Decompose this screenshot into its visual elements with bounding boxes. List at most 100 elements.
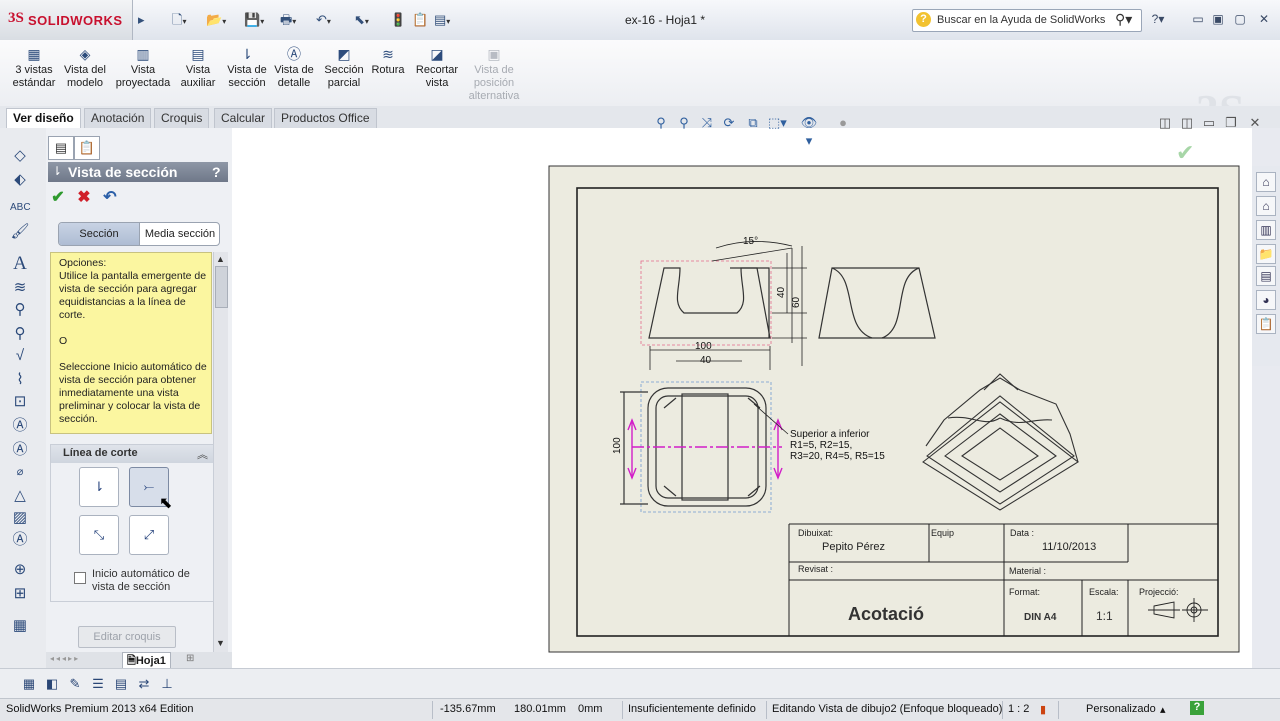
color-display-icon[interactable]: ⊥ — [158, 675, 176, 693]
options-icon[interactable]: ▤▾ — [434, 12, 450, 28]
format-painter-icon[interactable]: 🖌 — [10, 222, 30, 242]
close-icon[interactable]: ✕ — [1256, 11, 1272, 27]
datum-feature-icon[interactable]: Ⓐ — [10, 416, 30, 436]
minimize-icon[interactable]: ▭ — [1190, 11, 1206, 27]
solidworks-resources-icon[interactable]: ⌂ — [1256, 172, 1276, 192]
tab-0[interactable]: Ver diseño — [6, 108, 81, 128]
auxiliary-cutting-line-icon[interactable]: ⤡ — [79, 515, 119, 555]
cancel-x-icon[interactable]: ✖ — [74, 189, 94, 207]
property-manager-tab-icon[interactable]: 📋 — [74, 136, 100, 160]
undo-icon[interactable]: ↶▾ — [316, 12, 331, 28]
section-mode-toggle: Sección Media sección — [58, 222, 220, 246]
tab-1[interactable]: Anotación — [84, 108, 152, 128]
spell-check-icon[interactable]: ABC — [10, 198, 31, 218]
ribbon-button-9[interactable]: ▣ Vista de posición alternativa — [466, 46, 522, 103]
model-items-icon[interactable]: ⬖ — [10, 170, 30, 190]
scroll-up-icon[interactable]: ▲ — [216, 254, 225, 264]
status-separator — [766, 701, 767, 719]
ok-check-icon[interactable]: ✔ — [48, 189, 68, 207]
revision-symbol-icon[interactable]: △ — [10, 486, 30, 506]
select-cursor-icon[interactable]: ⬉▾ — [354, 12, 369, 28]
rebuild-icon[interactable]: 🚦 — [390, 12, 406, 28]
line-color-icon[interactable]: ✎ — [66, 675, 84, 693]
geometric-tolerance-icon[interactable]: ⊡ — [10, 392, 30, 412]
help-search-box[interactable]: ? Buscar en la Ayuda de SolidWorks ⚲▾ — [912, 9, 1142, 32]
area-hatch-icon[interactable]: ▨ — [10, 508, 30, 528]
note-line-1: Superior a inferior — [790, 429, 870, 440]
units-dropdown-icon[interactable]: ▴ — [1160, 703, 1166, 716]
ribbon-button-7[interactable]: ≋ Rotura — [368, 46, 408, 77]
section-button[interactable]: Sección — [59, 223, 139, 245]
hole-callout-icon[interactable]: ⌀ — [10, 462, 30, 482]
layer-icon[interactable]: ◧ — [43, 675, 61, 693]
new-document-icon[interactable]: 🗋▾ — [172, 12, 186, 28]
tab-2[interactable]: Croquis — [154, 108, 210, 128]
sheet-scale[interactable]: 1 : 2 — [1008, 703, 1029, 715]
scroll-down-icon[interactable]: ▼ — [216, 638, 225, 648]
scroll-thumb[interactable] — [215, 266, 228, 308]
tab-3[interactable]: Calcular — [214, 108, 273, 128]
table-icon[interactable]: ▦ — [10, 616, 30, 636]
block-icon[interactable]: Ⓐ — [10, 530, 30, 550]
design-library-icon[interactable]: ⌂ — [1256, 196, 1276, 216]
ribbon-button-1[interactable]: ◈ Vista del modelo — [62, 46, 108, 90]
add-sheet-icon[interactable]: ⊞ — [186, 653, 194, 664]
undo-icon[interactable]: ↶ — [100, 189, 120, 207]
search-icon[interactable]: ⚲▾ — [1115, 11, 1132, 28]
property-manager-scrollbar[interactable]: ▲ ▼ — [213, 252, 228, 652]
note-icon[interactable]: A — [10, 254, 30, 274]
surface-finish-icon[interactable]: √ — [10, 346, 30, 366]
centerline-icon[interactable]: ⊞ — [10, 584, 30, 604]
unit-system[interactable]: Personalizado — [1086, 703, 1156, 715]
help-search-input[interactable]: Buscar en la Ayuda de SolidWorks — [937, 14, 1105, 26]
line-thickness-icon[interactable]: ☰ — [89, 675, 107, 693]
auto-balloon-icon[interactable]: ⚲ — [10, 300, 30, 320]
half-section-button[interactable]: Media sección — [139, 223, 219, 245]
line-style-icon[interactable]: ▤ — [112, 675, 130, 693]
ribbon-button-label: Recortar vista — [415, 64, 459, 89]
view-palette-icon[interactable]: ▤ — [1256, 266, 1276, 286]
tile-icon[interactable]: ▢ — [1232, 11, 1248, 27]
magnetic-line-icon[interactable]: ⚲ — [10, 324, 30, 344]
ribbon-button-5[interactable]: Ⓐ Vista de detalle — [272, 46, 316, 90]
help-button[interactable]: ? — [212, 164, 221, 180]
projected-view-icon: ▥ — [136, 46, 150, 62]
folder-icon[interactable]: 📁 — [1256, 244, 1276, 264]
ribbon-button-2[interactable]: ▥ Vista proyectada — [112, 46, 174, 90]
help-status-icon[interactable]: ? — [1190, 701, 1204, 715]
solidworks-logo[interactable]: 3S SOLIDWORKS — [0, 0, 133, 40]
edit-sketch-button[interactable]: Editar croquis — [78, 626, 176, 648]
ribbon-button-3[interactable]: ▤ Vista auxiliar — [178, 46, 218, 90]
ribbon-button-4[interactable]: ⇂ Vista de sección — [224, 46, 270, 90]
save-icon[interactable]: 💾▾ — [244, 12, 264, 28]
cutting-line-header[interactable]: Línea de corte ︽ — [51, 445, 213, 463]
restore-icon[interactable]: ▣ — [1210, 11, 1226, 27]
file-explorer-icon[interactable]: ▥ — [1256, 220, 1276, 240]
appearances-icon[interactable]: ◕ — [1256, 290, 1276, 310]
hide-show-edges-icon[interactable]: ⇄ — [135, 675, 153, 693]
layer-properties-icon[interactable]: ▦ — [20, 675, 38, 693]
custom-properties-icon[interactable]: 📋 — [1256, 314, 1276, 334]
ribbon-button-6[interactable]: ◩ Sección parcial — [322, 46, 366, 90]
help-icon[interactable]: ?▾ — [1150, 11, 1166, 27]
collapse-chevron-icon[interactable]: ︽ — [197, 446, 208, 462]
ribbon-button-0[interactable]: ▦ 3 vistas estándar — [10, 46, 58, 90]
flyout-arrow-icon[interactable]: ▸ — [138, 12, 145, 28]
rebuild-status-icon[interactable]: ▮ — [1040, 703, 1046, 716]
open-folder-icon[interactable]: 📂▾ — [206, 12, 226, 28]
tab-4[interactable]: Productos Office — [274, 108, 377, 128]
weld-symbol-icon[interactable]: ⌇ — [10, 370, 30, 390]
ribbon-button-8[interactable]: ◪ Recortar vista — [412, 46, 462, 90]
datum-target-icon[interactable]: Ⓐ — [10, 440, 30, 460]
balloon-icon[interactable]: ≋ — [10, 278, 30, 298]
dim-100-horizontal: 100 — [695, 341, 712, 352]
print-icon[interactable]: 🖶▾ — [280, 12, 296, 28]
center-mark-icon[interactable]: ⊕ — [10, 560, 30, 580]
vertical-cutting-line-icon[interactable]: ⇂ — [79, 467, 119, 507]
smart-dimension-icon[interactable]: ◇ — [10, 146, 30, 166]
auto-start-checkbox[interactable] — [74, 572, 86, 584]
aligned-cutting-line-icon[interactable]: ⤢ — [129, 515, 169, 555]
feature-manager-tab-icon[interactable]: ▤ — [48, 136, 74, 160]
file-properties-icon[interactable]: 📋 — [412, 12, 428, 28]
sheet-nav-icon[interactable]: ◂◂◂▸▸ — [50, 654, 80, 663]
